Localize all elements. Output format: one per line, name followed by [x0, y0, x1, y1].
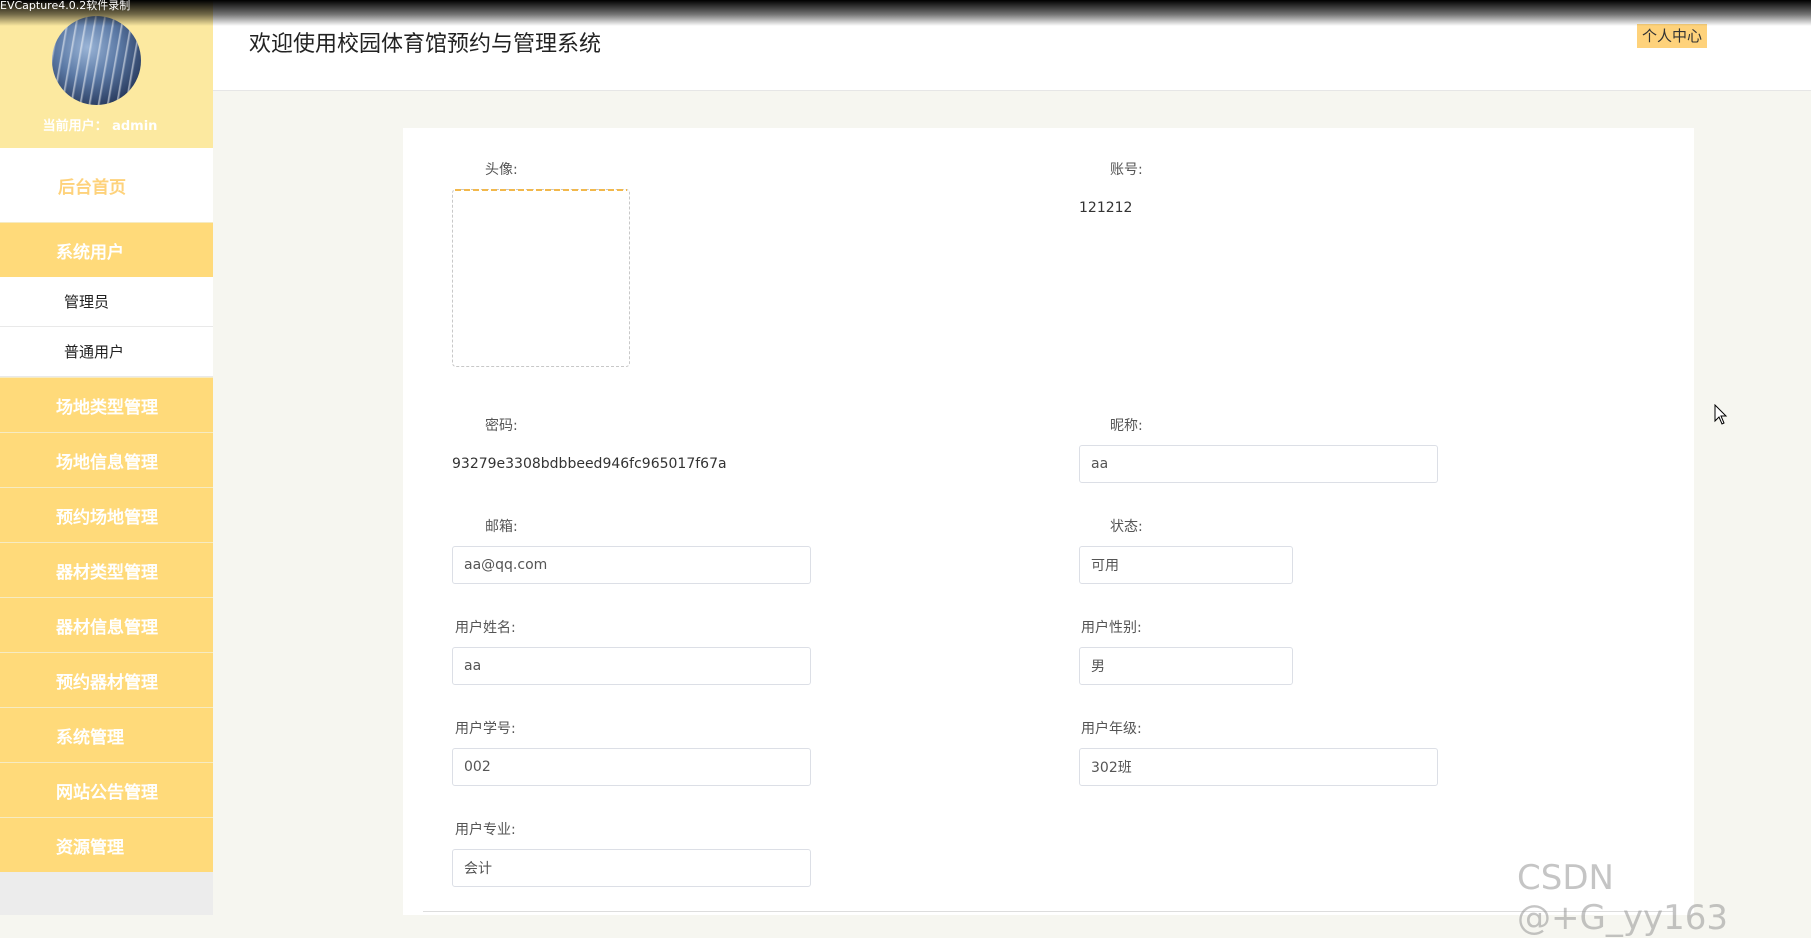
- nickname-field[interactable]: [1079, 445, 1438, 483]
- sidebar-group-venue-type[interactable]: 场地类型管理: [0, 377, 213, 432]
- sidebar-group-system-users[interactable]: 系统用户: [0, 222, 213, 277]
- name-label: 用户姓名:: [455, 620, 516, 636]
- student-no-field[interactable]: [452, 748, 811, 786]
- email-field[interactable]: [452, 546, 811, 584]
- status-field[interactable]: [1079, 546, 1293, 584]
- upload-progress-line: [455, 189, 627, 191]
- divider: [423, 911, 1673, 912]
- grade-label: 用户年级:: [1081, 721, 1142, 737]
- nickname-label: 昵称:: [1110, 418, 1143, 434]
- gender-label: 用户性别:: [1081, 620, 1142, 636]
- recorder-title: EVCapture4.0.2软件录制: [0, 0, 131, 12]
- header: 欢迎使用校园体育馆预约与管理系统 个人中心: [213, 0, 1811, 91]
- mouse-cursor-icon: [1714, 404, 1728, 425]
- personal-center-button[interactable]: 个人中心: [1637, 24, 1708, 48]
- password-label: 密码:: [485, 418, 518, 434]
- sidebar-group-equipment-booking[interactable]: 预约器材管理: [0, 652, 213, 707]
- sidebar-nav: 后台首页 系统用户 管理员 普通用户 场地类型管理 场地信息管理 预约场地管理 …: [0, 148, 213, 872]
- current-user-label: 当前用户： admin: [42, 119, 158, 134]
- status-label: 状态:: [1110, 519, 1143, 535]
- sidebar-item-normal-users[interactable]: 普通用户: [0, 327, 213, 377]
- sidebar-group-venue-info[interactable]: 场地信息管理: [0, 432, 213, 487]
- account-label: 账号:: [1110, 162, 1143, 178]
- sidebar-group-venue-booking[interactable]: 预约场地管理: [0, 487, 213, 542]
- avatar-upload[interactable]: [452, 189, 630, 367]
- sidebar-item-home[interactable]: 后台首页: [0, 148, 213, 222]
- major-field[interactable]: [452, 849, 811, 887]
- sidebar-user-panel: 当前用户： admin: [0, 0, 213, 148]
- sidebar-group-equipment-info[interactable]: 器材信息管理: [0, 597, 213, 652]
- page-title: 欢迎使用校园体育馆预约与管理系统: [249, 32, 602, 57]
- sidebar-group-announcements[interactable]: 网站公告管理: [0, 762, 213, 817]
- password-value: 93279e3308bdbbeed946fc965017f67a: [452, 456, 727, 472]
- account-value: 121212: [1079, 200, 1133, 216]
- sidebar-group-resources[interactable]: 资源管理: [0, 817, 213, 872]
- sidebar-group-equipment-type[interactable]: 器材类型管理: [0, 542, 213, 597]
- avatar: [52, 16, 141, 105]
- name-field[interactable]: [452, 647, 811, 685]
- sidebar: 当前用户： admin 后台首页 系统用户 管理员 普通用户 场地类型管理 场地…: [0, 0, 213, 915]
- sidebar-group-system[interactable]: 系统管理: [0, 707, 213, 762]
- student-no-label: 用户学号:: [455, 721, 516, 737]
- profile-form: 头像: 账号: 121212 密码: 93279e3308bdbbeed946f…: [403, 128, 1694, 915]
- gender-field[interactable]: [1079, 647, 1293, 685]
- email-label: 邮箱:: [485, 519, 518, 535]
- major-label: 用户专业:: [455, 822, 516, 838]
- grade-field[interactable]: [1079, 748, 1438, 786]
- sidebar-item-admin[interactable]: 管理员: [0, 277, 213, 327]
- watermark: CSDN @+G_yy163: [1517, 858, 1728, 938]
- avatar-label: 头像:: [485, 162, 518, 178]
